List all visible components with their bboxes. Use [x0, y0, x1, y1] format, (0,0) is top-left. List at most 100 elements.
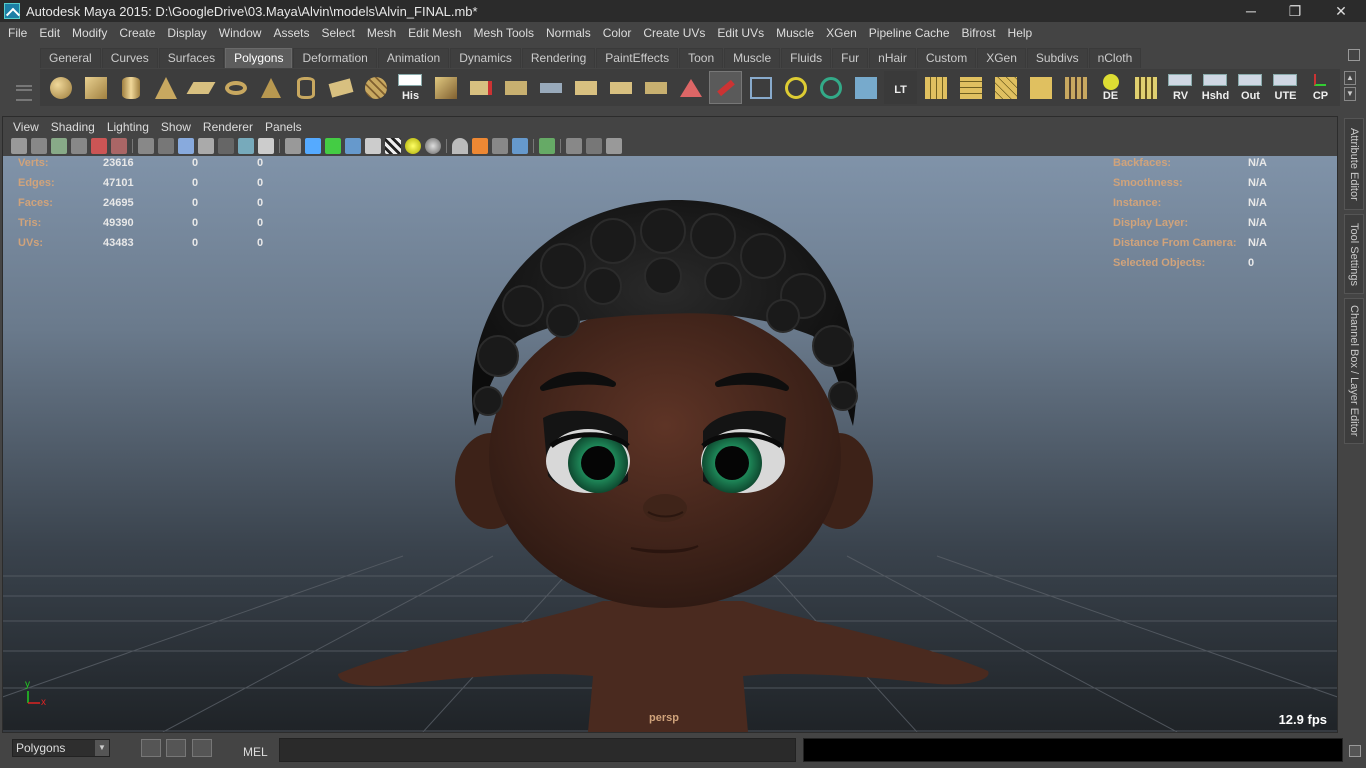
shelf-tab-animation[interactable]: Animation — [377, 48, 450, 68]
lt-button[interactable]: LT — [884, 71, 917, 104]
menu-select[interactable]: Select — [315, 26, 360, 40]
trash-icon[interactable] — [1348, 49, 1360, 61]
poly-torus-icon[interactable] — [219, 71, 252, 104]
panel-menu-lighting[interactable]: Lighting — [101, 120, 155, 134]
menu-file[interactable]: File — [2, 26, 33, 40]
shelf-tab-deformation[interactable]: Deformation — [293, 48, 377, 68]
close-button[interactable]: ✕ — [1318, 0, 1364, 22]
hud-toggle-icon[interactable] — [539, 138, 555, 154]
menu-modify[interactable]: Modify — [66, 26, 113, 40]
uv-unfold-icon[interactable] — [1129, 71, 1162, 104]
menu-edit[interactable]: Edit — [33, 26, 66, 40]
menu-edit-mesh[interactable]: Edit Mesh — [402, 26, 467, 40]
grease-pencil-icon[interactable] — [91, 138, 107, 154]
offset-edge-loop-icon[interactable] — [639, 71, 672, 104]
menu-help[interactable]: Help — [1002, 26, 1039, 40]
uv-cut-icon[interactable] — [989, 71, 1022, 104]
shelf-tab-ncloth[interactable]: nCloth — [1088, 48, 1142, 68]
menu-assets[interactable]: Assets — [267, 26, 315, 40]
shelf-scroll-down-icon[interactable]: ▼ — [1344, 87, 1356, 101]
safe-title-icon[interactable] — [258, 138, 274, 154]
shelf-tab-dynamics[interactable]: Dynamics — [450, 48, 521, 68]
shelf-tab-fur[interactable]: Fur — [832, 48, 869, 68]
shadows-icon[interactable] — [425, 138, 441, 154]
append-polygon-icon[interactable] — [499, 71, 532, 104]
outliner-icon[interactable] — [141, 739, 161, 757]
panel-menu-renderer[interactable]: Renderer — [197, 120, 259, 134]
shelf-tab-painteffects[interactable]: PaintEffects — [596, 48, 679, 68]
poly-cube-icon[interactable] — [79, 71, 112, 104]
extrude-icon[interactable] — [429, 71, 462, 104]
out-button[interactable]: Out — [1234, 71, 1267, 104]
menu-muscle[interactable]: Muscle — [770, 26, 820, 40]
menu-display[interactable]: Display — [161, 26, 212, 40]
2d-pan-zoom-icon[interactable] — [111, 138, 127, 154]
menu-xgen[interactable]: XGen — [820, 26, 863, 40]
cp-button[interactable]: CP — [1304, 71, 1337, 104]
poly-cone-icon[interactable] — [149, 71, 182, 104]
de-button[interactable]: DE — [1094, 71, 1127, 104]
grid-toggle-icon[interactable] — [138, 138, 154, 154]
safe-action-icon[interactable] — [238, 138, 254, 154]
hypergraph-icon[interactable] — [166, 739, 186, 757]
menu-mesh-tools[interactable]: Mesh Tools — [468, 26, 540, 40]
shelf-tab-toon[interactable]: Toon — [679, 48, 724, 68]
shelf-tab-subdivs[interactable]: Subdivs — [1026, 48, 1088, 68]
use-all-lights-icon[interactable] — [365, 138, 381, 154]
film-gate-icon[interactable] — [158, 138, 174, 154]
menu-mesh[interactable]: Mesh — [361, 26, 402, 40]
frame-all-icon[interactable] — [566, 138, 582, 154]
menu-bifrost[interactable]: Bifrost — [956, 26, 1002, 40]
menu-create[interactable]: Create — [113, 26, 161, 40]
shelf-tab-xgen[interactable]: XGen — [977, 48, 1026, 68]
command-line-input[interactable] — [279, 738, 796, 762]
shelf-scroll-up-icon[interactable]: ▲ — [1344, 71, 1356, 85]
ute-button[interactable]: UTE — [1269, 71, 1302, 104]
shelf-tab-curves[interactable]: Curves — [101, 48, 158, 68]
history-button[interactable]: His — [394, 71, 427, 104]
uv-transform-icon[interactable] — [814, 71, 847, 104]
xray-icon[interactable] — [472, 138, 488, 154]
side-tab-channel-box[interactable]: Channel Box / Layer Editor — [1344, 298, 1364, 444]
shelf-grip-handle[interactable] — [12, 47, 36, 107]
poly-plane-icon[interactable] — [184, 71, 217, 104]
side-tab-attribute-editor[interactable]: Attribute Editor — [1344, 118, 1364, 210]
tool-ring-icon[interactable] — [779, 71, 812, 104]
frame-selected-icon[interactable] — [586, 138, 602, 154]
side-tab-tool-settings[interactable]: Tool Settings — [1344, 214, 1364, 294]
script-list-icon[interactable] — [192, 739, 212, 757]
xray-active-icon[interactable] — [512, 138, 528, 154]
rv-button[interactable]: RV — [1164, 71, 1197, 104]
field-chart-icon[interactable] — [218, 138, 234, 154]
insert-edge-loop-icon[interactable] — [604, 71, 637, 104]
shelf-tab-nhair[interactable]: nHair — [869, 48, 916, 68]
poly-pipe-icon[interactable] — [289, 71, 322, 104]
merge-icon[interactable] — [534, 71, 567, 104]
shelf-tab-rendering[interactable]: Rendering — [521, 48, 596, 68]
smooth-shading-icon[interactable] — [305, 138, 321, 154]
shelf-tab-general[interactable]: General — [40, 48, 101, 68]
hshd-button[interactable]: Hshd — [1199, 71, 1232, 104]
minimize-button[interactable]: ─ — [1228, 0, 1274, 22]
textured-icon[interactable] — [345, 138, 361, 154]
menu-create-uvs[interactable]: Create UVs — [637, 26, 711, 40]
menu-pipeline-cache[interactable]: Pipeline Cache — [863, 26, 956, 40]
select-camera-icon[interactable] — [11, 138, 27, 154]
resolution-gate-icon[interactable] — [178, 138, 194, 154]
checker-icon[interactable] — [385, 138, 401, 154]
xray-joints-icon[interactable] — [492, 138, 508, 154]
wireframe-on-shaded-icon[interactable] — [325, 138, 341, 154]
panel-menu-panels[interactable]: Panels — [259, 120, 308, 134]
image-plane-icon[interactable] — [71, 138, 87, 154]
panel-menu-view[interactable]: View — [7, 120, 45, 134]
menu-window[interactable]: Window — [213, 26, 268, 40]
bridge-icon[interactable] — [464, 71, 497, 104]
gate-mask-icon[interactable] — [198, 138, 214, 154]
menu-normals[interactable]: Normals — [540, 26, 597, 40]
panel-menu-show[interactable]: Show — [155, 120, 197, 134]
lattice-icon[interactable] — [849, 71, 882, 104]
platonic-icon[interactable] — [324, 71, 357, 104]
bookmarks-icon[interactable] — [51, 138, 67, 154]
panel-menu-shading[interactable]: Shading — [45, 120, 101, 134]
paint-icon[interactable] — [709, 71, 742, 104]
